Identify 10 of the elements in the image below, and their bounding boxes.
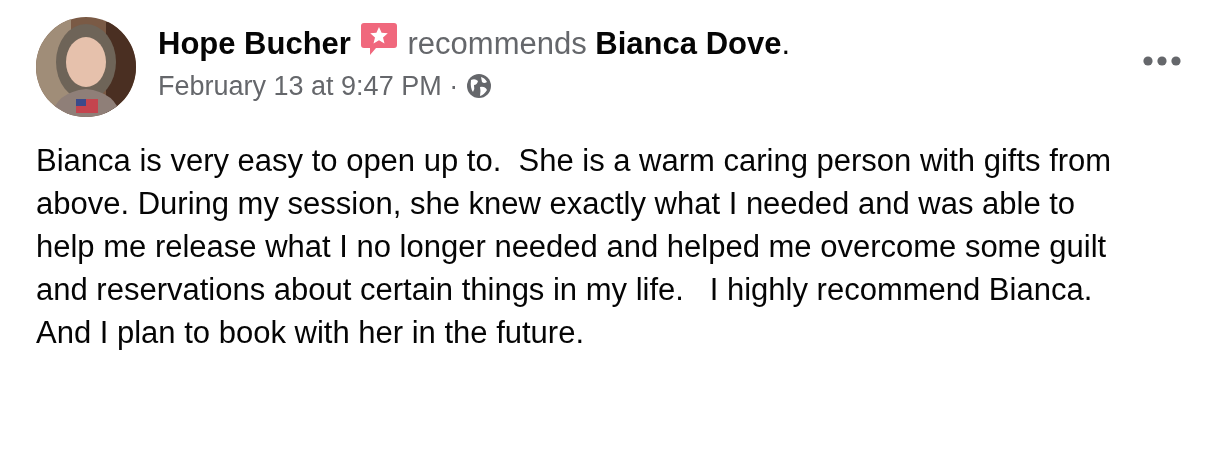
globe-icon bbox=[465, 73, 492, 99]
period-text: . bbox=[781, 26, 791, 61]
post-text: Bianca is very easy to open up to. She is a warm caring person with gifts from above. During my session, she knew exactly what I needed and was able to help me release what I no longer needed and helped me overcome some guilt and reservations about certain things in my life. I highly recommend Bianca. And I plan to book with her in the future. bbox=[36, 142, 1113, 352]
author-name[interactable]: Hope Bucher bbox=[158, 26, 351, 61]
more-options-icon bbox=[1143, 56, 1181, 66]
separator-dot: · bbox=[449, 71, 459, 101]
recommendation-star-icon bbox=[359, 21, 398, 57]
page-name[interactable]: Bianca Dove bbox=[595, 26, 782, 61]
post-timestamp[interactable]: February 13 at 9:47 PM bbox=[158, 71, 442, 101]
action-text: recommends bbox=[407, 26, 587, 61]
